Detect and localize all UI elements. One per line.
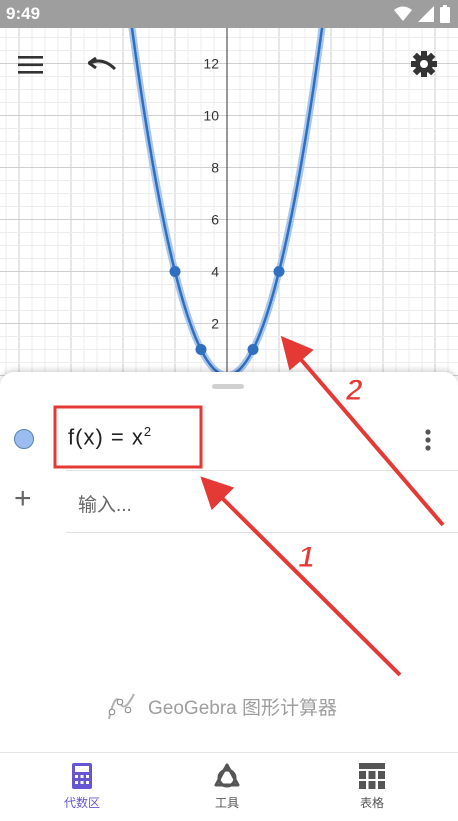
tab-algebra[interactable]: 代数区: [22, 763, 142, 811]
row-divider: [66, 532, 458, 533]
more-options-icon[interactable]: [424, 428, 432, 452]
expression-base: x: [131, 424, 144, 450]
tab-table[interactable]: 表格: [312, 763, 432, 811]
status-icons: [394, 5, 450, 23]
tab-tools-label: 工具: [214, 796, 239, 810]
y-tick-label: 10: [203, 108, 219, 124]
drag-handle[interactable]: [212, 384, 244, 389]
grid: [0, 0, 458, 380]
tab-table-label: 表格: [359, 796, 384, 810]
curve-point: [195, 344, 207, 355]
y-tick-label: 4: [211, 264, 219, 280]
expression-text[interactable]: f(x) = x2: [68, 424, 152, 450]
expression-exponent: 2: [143, 424, 153, 439]
curve-point: [247, 344, 259, 355]
curve-point: [169, 266, 181, 277]
visibility-toggle[interactable]: [14, 429, 34, 449]
input-field[interactable]: 输入...: [78, 490, 132, 517]
expression-equals: =: [110, 424, 125, 450]
calculator-icon: [72, 763, 92, 789]
signal-icon: [418, 6, 434, 22]
brand: GeoGebra 图形计算器: [106, 690, 337, 722]
tools-icon: [214, 763, 240, 788]
undo-icon[interactable]: [88, 54, 118, 74]
algebra-row-f[interactable]: f(x) = x2: [0, 402, 458, 472]
bottom-navigation: 代数区 工具 表格: [0, 752, 458, 821]
y-tick-label: 12: [203, 56, 219, 72]
status-time: 9:49: [6, 4, 41, 23]
plus-icon[interactable]: +: [14, 482, 32, 516]
menu-icon[interactable]: [18, 54, 44, 76]
y-tick-label: 8: [211, 160, 219, 176]
tab-tools[interactable]: 工具: [167, 763, 287, 811]
expression-lhs: f(x): [68, 424, 104, 450]
algebra-input-row[interactable]: + 输入...: [0, 472, 458, 534]
wifi-icon: [394, 6, 412, 21]
curve-point: [273, 266, 285, 277]
tab-algebra-label: 代数区: [63, 796, 100, 810]
status-bar: 9:49: [0, 0, 458, 28]
table-icon: [359, 763, 385, 789]
y-tick-label: 6: [211, 212, 219, 228]
brand-name: GeoGebra 图形计算器: [148, 697, 337, 719]
y-tick-label: 2: [211, 316, 219, 332]
gear-icon[interactable]: [410, 50, 438, 78]
geogebra-logo-icon: [108, 693, 135, 720]
row-divider: [66, 470, 458, 471]
battery-icon: [440, 5, 450, 23]
graph-view[interactable]: 2468101214: [0, 0, 458, 380]
